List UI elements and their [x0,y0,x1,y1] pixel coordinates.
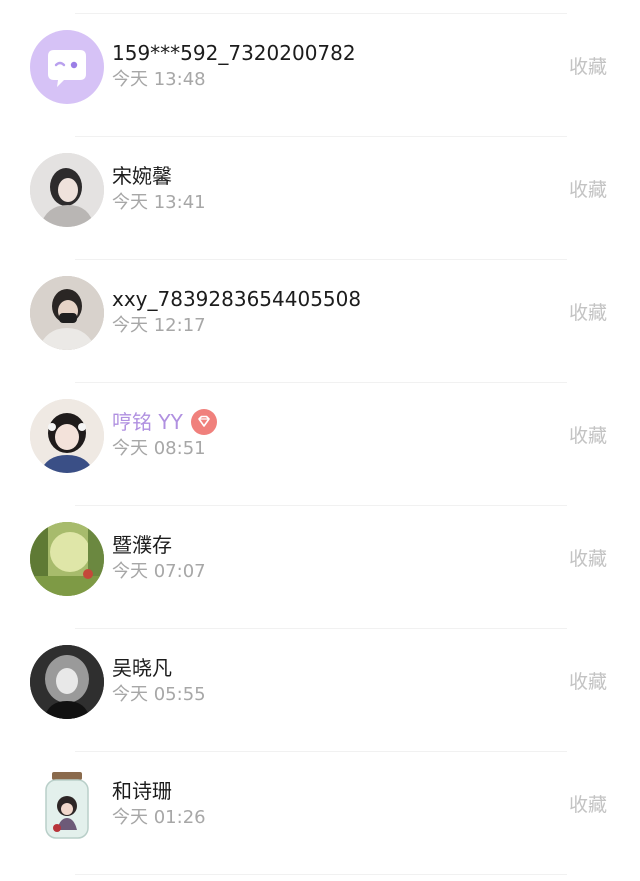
list-item[interactable]: 宋婉馨 今天 13:41 收藏 [0,137,640,259]
visitor-name: 宋婉馨 [112,164,172,188]
visitor-name: 吴晓凡 [112,656,172,680]
favorite-button[interactable]: 收藏 [569,55,607,79]
favorite-button[interactable]: 收藏 [569,547,607,571]
visitor-name: xxy_7839283654405508 [112,287,362,311]
favorite-button[interactable]: 收藏 [569,670,607,694]
user-photo-avatar[interactable] [30,645,104,719]
visitor-name: 和诗珊 [112,779,172,803]
forest-photo-avatar[interactable] [30,522,104,596]
jar-doll-image [30,768,104,842]
favorite-button[interactable]: 收藏 [569,424,607,448]
user-photo-avatar[interactable] [30,399,104,473]
list-item[interactable]: xxy_7839283654405508 今天 12:17 收藏 [0,260,640,382]
person-photo [30,276,104,350]
visit-time: 今天 05:55 [112,684,206,705]
person-photo [30,399,104,473]
jar-doll-avatar[interactable] [30,768,104,842]
visitor-name: 暨濮存 [112,533,172,557]
list-item[interactable]: 159***592_7320200782 今天 13:48 收藏 [0,14,640,136]
favorite-button[interactable]: 收藏 [569,793,607,817]
forest-photo [30,522,104,596]
app-logo-avatar[interactable] [30,30,104,104]
diamond-icon [198,415,210,427]
user-photo-avatar[interactable] [30,276,104,350]
visit-time: 今天 01:26 [112,807,206,828]
row-divider [75,874,567,875]
visit-time: 今天 08:51 [112,438,206,459]
chat-bubble-icon [48,50,86,87]
favorite-button[interactable]: 收藏 [569,301,607,325]
vip-badge [191,409,217,435]
visit-time: 今天 12:17 [112,315,206,336]
list-item[interactable]: 哼铭 YY 今天 08:51 收藏 [0,383,640,505]
favorite-button[interactable]: 收藏 [569,178,607,202]
list-item[interactable]: 暨濮存 今天 07:07 收藏 [0,506,640,628]
visitor-list: 159***592_7320200782 今天 13:48 收藏 宋婉馨 今天 … [0,0,640,881]
visitor-name: 159***592_7320200782 [112,41,356,65]
person-photo [30,153,104,227]
list-item[interactable]: 和诗珊 今天 01:26 收藏 [0,752,640,874]
user-photo-avatar[interactable] [30,153,104,227]
visit-time: 今天 13:48 [112,69,206,90]
list-item[interactable]: 吴晓凡 今天 05:55 收藏 [0,629,640,751]
visit-time: 今天 13:41 [112,192,206,213]
visitor-name: 哼铭 YY [112,410,183,434]
visit-time: 今天 07:07 [112,561,206,582]
person-photo [30,645,104,719]
